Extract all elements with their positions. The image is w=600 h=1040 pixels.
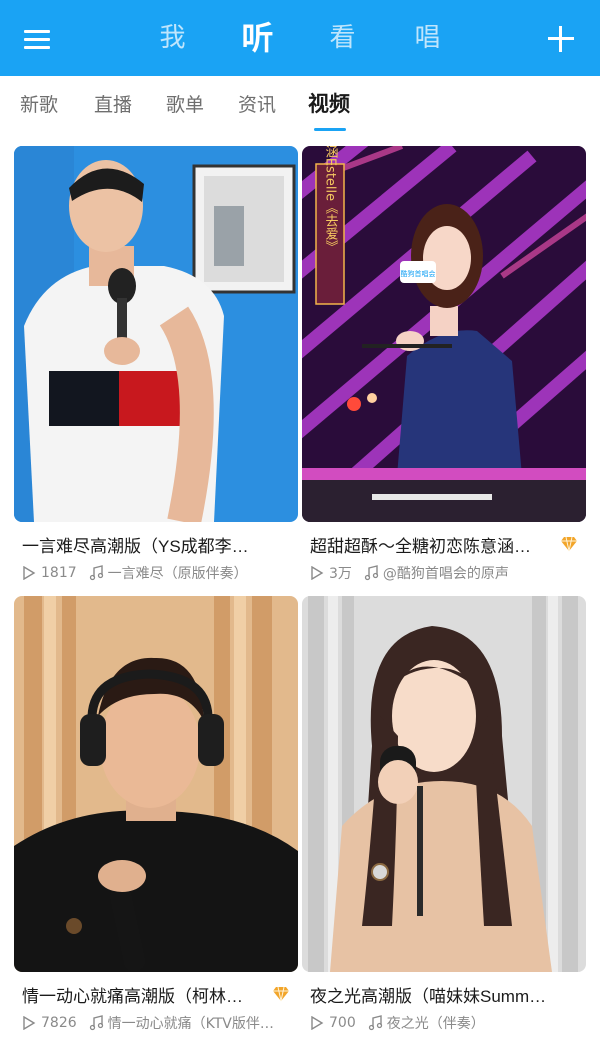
video-title[interactable]: 夜之光高潮版（喵妹妹Summ… (310, 982, 578, 1008)
video-thumbnail-1[interactable] (14, 146, 298, 522)
song-name[interactable]: @酷狗首唱会的原声 (383, 563, 509, 583)
music-note-icon (89, 565, 103, 581)
music-note-icon (364, 565, 379, 581)
diamond-badge-icon (561, 536, 577, 552)
thumbnail-caption: 陈意涵Estelle《去爱》 (323, 146, 339, 253)
video-thumbnail-3[interactable] (14, 596, 298, 972)
plus-icon[interactable] (548, 26, 574, 52)
video-meta: 700 夜之光（伴奏） (310, 1012, 485, 1034)
diamond-badge-icon (273, 986, 289, 1002)
play-count-icon (311, 566, 324, 580)
video-meta: 3万 @酷狗首唱会的原声 (310, 562, 509, 584)
video-title[interactable]: 情一动心就痛高潮版（柯林… (22, 982, 270, 1008)
tab-me[interactable]: 我 (130, 0, 215, 76)
tab-listen[interactable]: 听 (215, 0, 300, 76)
video-meta: 1817 一言难尽（原版伴奏） (22, 562, 248, 584)
video-thumbnail-2[interactable]: 酷狗首唱会 陈意涵Estelle《去爱》 (302, 146, 586, 522)
hamburger-menu-icon[interactable] (24, 24, 54, 52)
play-count: 3万 (329, 566, 352, 582)
sub-tabs: 新歌 直播 歌单 资讯 视频 (0, 76, 600, 136)
play-count-icon (311, 1016, 324, 1030)
tab-sing[interactable]: 唱 (385, 0, 470, 76)
subtab-live[interactable]: 直播 (94, 90, 132, 117)
song-name[interactable]: 一言难尽（原版伴奏） (108, 563, 248, 583)
mic-sign-text: 酷狗首唱会 (401, 269, 436, 278)
tab-watch[interactable]: 看 (300, 0, 385, 76)
music-note-icon (89, 1015, 103, 1031)
subtab-new-songs[interactable]: 新歌 (20, 90, 58, 117)
video-meta: 7826 情一动心就痛（KTV版伴… (22, 1012, 274, 1034)
active-tab-indicator (314, 128, 346, 131)
video-title[interactable]: 一言难尽高潮版（YS成都李… (22, 532, 290, 558)
top-bar: 我 听 看 唱 (0, 0, 600, 76)
subtab-videos[interactable]: 视频 (308, 88, 350, 118)
subtab-playlists[interactable]: 歌单 (166, 90, 204, 117)
subtab-news[interactable]: 资讯 (238, 90, 276, 117)
play-count-icon (23, 566, 36, 580)
play-count: 7826 (41, 1015, 77, 1031)
main-tabs: 我 听 看 唱 (130, 0, 470, 76)
music-note-icon (368, 1015, 382, 1031)
video-thumbnail-4[interactable] (302, 596, 586, 972)
song-name[interactable]: 夜之光（伴奏） (387, 1013, 485, 1033)
play-count: 700 (329, 1015, 356, 1031)
play-count: 1817 (41, 565, 77, 581)
song-name[interactable]: 情一动心就痛（KTV版伴… (108, 1013, 274, 1033)
video-title[interactable]: 超甜超酥～全糖初恋陈意涵… (310, 532, 558, 558)
play-count-icon (23, 1016, 36, 1030)
